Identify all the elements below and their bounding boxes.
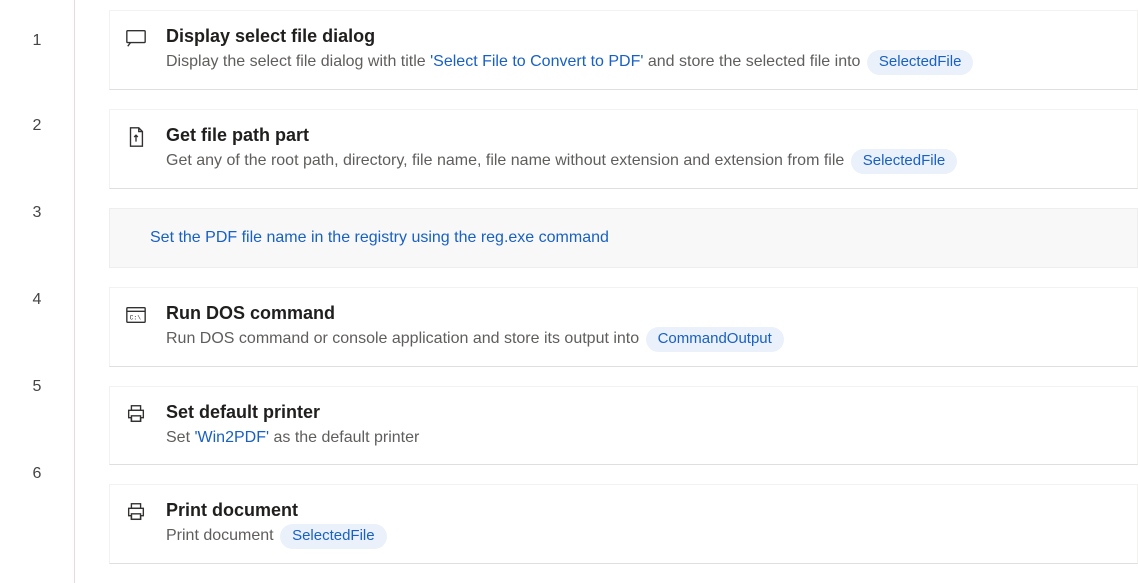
step-title: Print document [166, 499, 1119, 522]
line-number: 5 [0, 343, 74, 430]
desc-text: Run DOS command or console application a… [166, 330, 644, 347]
line-number: 2 [0, 82, 74, 169]
desc-text: Display the select file dialog with titl… [166, 53, 430, 70]
steps-list: Display select file dialog Display the s… [75, 0, 1138, 583]
step-description: Display the select file dialog with titl… [166, 50, 1119, 75]
step-description: Get any of the root path, directory, fil… [166, 149, 1119, 174]
line-number: 1 [0, 0, 74, 82]
variable-badge[interactable]: SelectedFile [280, 524, 387, 549]
step-description: Print document SelectedFile [166, 524, 1119, 549]
literal-value: 'Select File to Convert to PDF' [430, 53, 643, 70]
step-set-default-printer[interactable]: Set default printer Set 'Win2PDF' as the… [109, 386, 1138, 465]
step-text: Display select file dialog Display the s… [166, 25, 1119, 75]
desc-text: Get any of the root path, directory, fil… [166, 152, 849, 169]
line-number: 3 [0, 169, 74, 256]
step-text: Set default printer Set 'Win2PDF' as the… [166, 401, 1119, 450]
variable-badge[interactable]: SelectedFile [867, 50, 974, 75]
comment-text: Set the PDF file name in the registry us… [150, 229, 609, 247]
variable-badge[interactable]: CommandOutput [646, 327, 784, 352]
step-text: Print document Print document SelectedFi… [166, 499, 1119, 549]
printer-icon [122, 499, 150, 523]
desc-text: as the default printer [269, 429, 419, 446]
step-title: Get file path part [166, 124, 1119, 147]
literal-value: 'Win2PDF' [194, 429, 269, 446]
step-title: Display select file dialog [166, 25, 1119, 48]
step-description: Set 'Win2PDF' as the default printer [166, 426, 1119, 450]
printer-icon [122, 401, 150, 425]
step-print-document[interactable]: Print document Print document SelectedFi… [109, 484, 1138, 564]
step-get-file-path-part[interactable]: Get file path part Get any of the root p… [109, 109, 1138, 189]
step-title: Run DOS command [166, 302, 1119, 325]
line-number-gutter: 1 2 3 4 5 6 [0, 0, 75, 583]
step-description: Run DOS command or console application a… [166, 327, 1119, 352]
step-run-dos-command[interactable]: C:\ Run DOS command Run DOS command or c… [109, 287, 1138, 367]
step-text: Run DOS command Run DOS command or conso… [166, 302, 1119, 352]
desc-text: Print document [166, 527, 278, 544]
svg-text:C:\: C:\ [130, 314, 142, 321]
flow-editor: 1 2 3 4 5 6 Display select file dialog D… [0, 0, 1138, 583]
console-icon: C:\ [122, 302, 150, 326]
file-icon [122, 124, 150, 148]
step-title: Set default printer [166, 401, 1119, 424]
desc-text: Set [166, 429, 194, 446]
variable-badge[interactable]: SelectedFile [851, 149, 958, 174]
step-comment[interactable]: Set the PDF file name in the registry us… [109, 208, 1138, 268]
dialog-icon [122, 25, 150, 49]
step-text: Get file path part Get any of the root p… [166, 124, 1119, 174]
line-number: 6 [0, 430, 74, 517]
desc-text: and store the selected file into [643, 53, 864, 70]
step-display-file-dialog[interactable]: Display select file dialog Display the s… [109, 10, 1138, 90]
line-number: 4 [0, 256, 74, 343]
